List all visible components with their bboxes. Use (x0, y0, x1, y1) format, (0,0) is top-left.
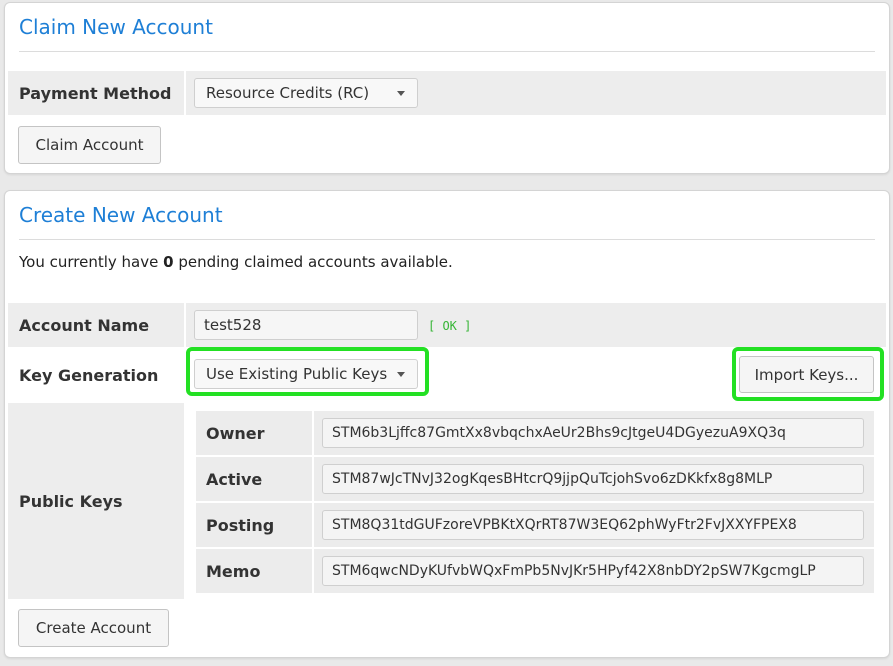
create-account-panel: Create New Account You currently have 0 … (4, 190, 890, 658)
owner-key-input[interactable]: STM6b3Ljffc87GmtXx8vbqchxAeUr2Bhs9cJtgeU… (322, 418, 864, 448)
create-panel-title: Create New Account (19, 203, 223, 227)
account-name-input[interactable]: test528 (194, 310, 418, 340)
create-account-button[interactable]: Create Account (18, 609, 169, 647)
key-label-active: Active (196, 457, 312, 501)
key-row-owner: Owner STM6b3Ljffc87GmtXx8vbqchxAeUr2Bhs9… (196, 411, 874, 455)
key-cell-posting: STM8Q31tdGUFzoreVPBKtXQrRT87W3EQ62phWyFt… (314, 503, 874, 547)
account-name-status: [ OK ] (428, 319, 472, 333)
public-keys-cell: Owner STM6b3Ljffc87GmtXx8vbqchxAeUr2Bhs9… (186, 403, 886, 599)
import-keys-highlight (732, 347, 884, 401)
create-title-divider (19, 239, 875, 240)
payment-method-row: Payment Method Resource Credits (RC) (8, 71, 886, 115)
key-label-owner: Owner (196, 411, 312, 455)
claim-panel-title: Claim New Account (19, 15, 213, 39)
info-prefix: You currently have (19, 253, 164, 271)
public-keys-label: Public Keys (8, 403, 184, 599)
active-key-input[interactable]: STM87wJcTNvJ32ogKqesBHtcrQ9jjpQuTcjohSvo… (322, 464, 864, 494)
account-name-cell: test528 [ OK ] (186, 303, 886, 347)
payment-method-cell: Resource Credits (RC) (186, 71, 886, 115)
key-generation-label: Key Generation (8, 349, 184, 401)
payment-method-select[interactable]: Resource Credits (RC) (194, 78, 418, 108)
key-row-active: Active STM87wJcTNvJ32ogKqesBHtcrQ9jjpQuT… (196, 457, 874, 501)
key-label-memo: Memo (196, 549, 312, 593)
key-label-posting: Posting (196, 503, 312, 547)
key-cell-memo: STM6qwcNDyKUfvbWQxFmPb5NvJKr5HPyf42X8nbD… (314, 549, 874, 593)
memo-key-input[interactable]: STM6qwcNDyKUfvbWQxFmPb5NvJKr5HPyf42X8nbD… (322, 556, 864, 586)
key-row-memo: Memo STM6qwcNDyKUfvbWQxFmPb5NvJKr5HPyf42… (196, 549, 874, 593)
payment-method-label: Payment Method (8, 71, 184, 115)
key-cell-owner: STM6b3Ljffc87GmtXx8vbqchxAeUr2Bhs9cJtgeU… (314, 411, 874, 455)
account-name-label: Account Name (8, 303, 184, 347)
claim-account-panel: Claim New Account Payment Method Resourc… (4, 2, 890, 174)
payment-method-value: Resource Credits (RC) (206, 84, 370, 102)
claim-account-button[interactable]: Claim Account (18, 126, 161, 164)
pending-count: 0 (163, 253, 174, 271)
info-suffix: pending claimed accounts available. (173, 253, 453, 271)
claim-title-divider (19, 51, 875, 52)
key-cell-active: STM87wJcTNvJ32ogKqesBHtcrQ9jjpQuTcjohSvo… (314, 457, 874, 501)
account-name-row: Account Name test528 [ OK ] (8, 303, 886, 347)
key-generation-highlight (186, 347, 429, 396)
key-row-posting: Posting STM8Q31tdGUFzoreVPBKtXQrRT87W3EQ… (196, 503, 874, 547)
chevron-down-icon (397, 91, 405, 96)
public-keys-row: Public Keys Owner STM6b3Ljffc87GmtXx8vbq… (8, 403, 886, 599)
public-keys-table: Owner STM6b3Ljffc87GmtXx8vbqchxAeUr2Bhs9… (196, 411, 874, 595)
posting-key-input[interactable]: STM8Q31tdGUFzoreVPBKtXQrRT87W3EQ62phWyFt… (322, 510, 864, 540)
pending-accounts-info: You currently have 0 pending claimed acc… (19, 253, 453, 271)
